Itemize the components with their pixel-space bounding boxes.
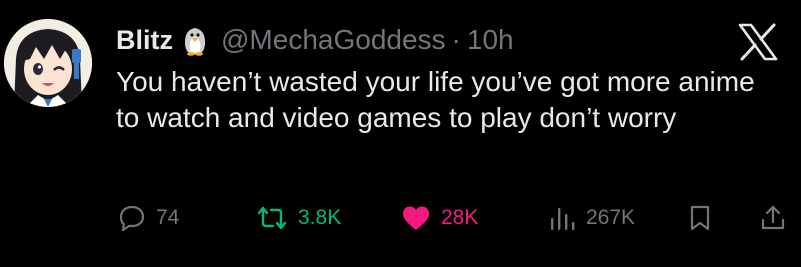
like-button[interactable]: 28K <box>401 198 478 238</box>
bookmark-button[interactable] <box>688 198 712 238</box>
share-button[interactable] <box>760 198 786 238</box>
bookmark-icon <box>688 204 712 232</box>
retweet-icon <box>256 204 288 232</box>
views-button[interactable]: 267K <box>548 198 635 238</box>
views-icon <box>548 204 576 232</box>
retweet-button[interactable]: 3.8K <box>256 198 341 238</box>
share-icon <box>760 204 786 232</box>
views-count: 267K <box>586 206 636 229</box>
avatar[interactable] <box>4 19 92 107</box>
timestamp[interactable]: 10h <box>467 24 514 56</box>
separator-dot: · <box>451 24 461 55</box>
reply-count: 74 <box>156 206 180 229</box>
tweet-text: You haven’t wasted your life you’ve got … <box>116 66 755 133</box>
tweet-card[interactable]: Blitz @MechaGoddess · 10h You haven’t wa… <box>0 0 801 267</box>
action-bar: 74 3.8K 28K 267K <box>0 198 801 238</box>
heart-icon <box>401 204 431 232</box>
reply-icon <box>118 204 146 232</box>
tweet-header: Blitz @MechaGoddess · 10h <box>116 20 514 60</box>
user-handle[interactable]: @MechaGoddess <box>221 24 446 56</box>
x-logo-icon <box>737 22 779 62</box>
display-name[interactable]: Blitz <box>116 25 173 56</box>
reply-button[interactable]: 74 <box>118 198 179 238</box>
retweet-count: 3.8K <box>298 206 342 229</box>
like-count: 28K <box>441 206 479 229</box>
penguin-emoji-icon <box>179 24 213 56</box>
